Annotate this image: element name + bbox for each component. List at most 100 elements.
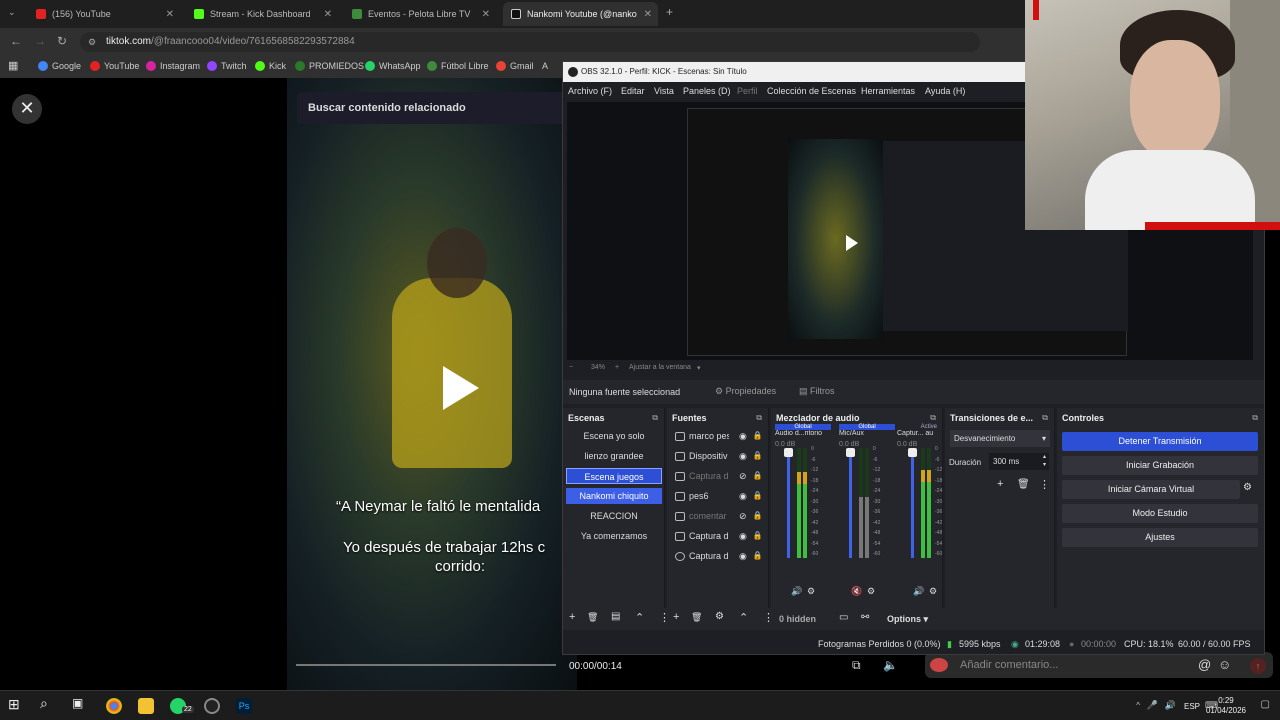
menu-perfil[interactable]: Perfil <box>737 86 758 96</box>
video-player[interactable] <box>287 78 577 690</box>
filters-button[interactable]: ▤ Filtros <box>793 384 841 400</box>
chrome-icon[interactable] <box>106 698 122 714</box>
mini-player-icon[interactable]: ⧉ <box>852 658 861 673</box>
close-tab-icon[interactable]: ✕ <box>482 9 490 20</box>
filter-icon[interactable]: ▤ <box>611 611 620 622</box>
bookmark-google[interactable]: Google <box>38 61 81 71</box>
add-transition-icon[interactable]: + <box>997 478 1003 490</box>
notifications-icon[interactable]: ▢ <box>1261 699 1270 710</box>
back-icon[interactable]: ← <box>10 34 22 48</box>
task-view-icon[interactable]: ▣ <box>72 696 88 712</box>
volume-icon[interactable]: 🔈 <box>883 658 898 672</box>
close-tab-icon[interactable]: ✕ <box>166 9 174 20</box>
more-icon[interactable]: ⋮ <box>1039 478 1050 491</box>
address-bar[interactable]: ⚙ tiktok.com/@fraancooo04/video/76165685… <box>80 32 980 52</box>
source-item[interactable]: Captura d ◉ 🔒 <box>675 548 765 564</box>
eye-hidden-icon[interactable]: ⊘ <box>739 508 747 524</box>
options-button[interactable]: Options ▾ <box>887 614 928 625</box>
clock[interactable]: 0:29 01/04/2026 <box>1206 696 1246 716</box>
gear-icon[interactable]: ⚙ <box>807 586 815 597</box>
menu-paneles[interactable]: Paneles (D) <box>683 86 731 96</box>
tab-search-icon[interactable]: ⌄ <box>8 7 16 18</box>
lock-icon[interactable]: 🔒 <box>753 528 763 544</box>
source-item[interactable]: marco pes ◉ 🔒 <box>675 428 765 444</box>
duration-input[interactable]: 300 ms ▴ ▾ <box>989 453 1049 470</box>
source-item[interactable]: Captura d ◉ 🔒 <box>675 528 765 544</box>
scene-item-selected[interactable]: Escena juegos <box>566 468 662 484</box>
tab-tiktok[interactable]: Nankomi Youtube (@nankomi ✕ <box>503 2 658 26</box>
photoshop-icon[interactable]: Ps <box>236 698 252 714</box>
volume-slider-knob[interactable] <box>908 448 917 457</box>
menu-editar[interactable]: Editar <box>621 86 645 96</box>
language-indicator[interactable]: ESP <box>1184 702 1200 711</box>
dock-float-icon[interactable]: ⧉ <box>930 413 936 423</box>
add-scene-icon[interactable]: + <box>569 611 575 623</box>
settings-button[interactable]: Ajustes <box>1062 528 1258 547</box>
scene-item-hover[interactable]: Nankomi chiquito <box>566 488 662 504</box>
source-item[interactable]: Dispositiv ◉ 🔒 <box>675 448 765 464</box>
lock-icon[interactable]: 🔒 <box>753 428 763 444</box>
tray-chevron-icon[interactable]: ^ <box>1136 701 1140 710</box>
eye-hidden-icon[interactable]: ⊘ <box>739 468 747 484</box>
volume-slider[interactable] <box>784 448 793 558</box>
transition-select[interactable]: Desvanecimiento ▾ <box>950 430 1050 447</box>
more-icon[interactable]: ⋮ <box>763 611 774 624</box>
speaker-icon[interactable]: 🔊 <box>1165 700 1176 711</box>
windows-start-icon[interactable]: ⊞ <box>8 696 24 712</box>
volume-slider[interactable] <box>846 448 855 558</box>
trash-icon[interactable]: 🗑 <box>1017 479 1030 490</box>
bookmark-kick[interactable]: Kick <box>255 61 286 71</box>
lock-icon[interactable]: 🔒 <box>753 448 763 464</box>
bookmark-futbol-libre[interactable]: Fútbol Libre <box>427 61 489 71</box>
volume-slider[interactable] <box>908 448 917 558</box>
source-item[interactable]: comentar ⊘ 🔒 <box>675 508 765 524</box>
forward-icon[interactable]: → <box>34 34 46 48</box>
gear-icon[interactable]: ⚙ <box>867 586 875 597</box>
bookmark-youtube[interactable]: YouTube <box>90 61 139 71</box>
close-tab-icon[interactable]: ✕ <box>644 9 652 20</box>
apps-grid-icon[interactable]: ▦ <box>8 59 18 72</box>
video-progress-bar[interactable] <box>296 664 556 666</box>
volume-slider-knob[interactable] <box>846 448 855 457</box>
play-icon[interactable] <box>443 366 479 410</box>
site-info-icon[interactable]: ⚙ <box>88 32 96 52</box>
eye-icon[interactable]: ◉ <box>739 428 747 444</box>
source-item[interactable]: pes6 ◉ 🔒 <box>675 488 765 504</box>
tab-kick-dashboard[interactable]: Stream - Kick Dashboard ✕ <box>186 4 338 24</box>
comment-input[interactable]: Añadir comentario... <box>960 659 1058 671</box>
properties-button[interactable]: ⚙ Propiedades <box>709 384 782 400</box>
menu-ayuda[interactable]: Ayuda (H) <box>925 86 965 96</box>
stop-streaming-button[interactable]: Detener Transmisión <box>1062 432 1258 451</box>
reload-icon[interactable]: ↻ <box>57 34 67 48</box>
start-recording-button[interactable]: Iniciar Grabación <box>1062 456 1258 475</box>
dock-float-icon[interactable]: ⧉ <box>652 413 658 423</box>
gear-icon[interactable]: ⚙ <box>715 611 724 622</box>
start-virtual-camera-button[interactable]: Iniciar Cámara Virtual <box>1062 480 1240 499</box>
link-icon[interactable]: ⚯ <box>861 612 869 623</box>
move-up-icon[interactable]: ⌃ <box>635 611 644 624</box>
hidden-count[interactable]: 0 hidden <box>779 614 816 624</box>
bookmark-instagram[interactable]: Instagram <box>146 61 200 71</box>
menu-vista[interactable]: Vista <box>654 86 674 96</box>
trash-icon[interactable]: 🗑 <box>691 612 702 623</box>
eye-icon[interactable]: ◉ <box>739 448 747 464</box>
bookmark-whatsapp[interactable]: WhatsApp <box>365 61 421 71</box>
gear-icon[interactable]: ⚙ <box>929 586 937 597</box>
send-comment-icon[interactable]: ↑ <box>1250 658 1266 674</box>
bookmark-promiedos[interactable]: PROMIEDOS <box>295 61 364 71</box>
spin-icon[interactable]: ▴ ▾ <box>1043 453 1046 469</box>
search-icon[interactable]: ⌕ <box>40 695 56 711</box>
studio-mode-button[interactable]: Modo Estudio <box>1062 504 1258 523</box>
volume-icon[interactable]: 🔊 <box>791 586 802 597</box>
volume-slider-knob[interactable] <box>784 448 793 457</box>
layout-icon[interactable]: ▭ <box>839 612 848 623</box>
fit-window[interactable]: Ajustar a la ventana <box>629 364 691 371</box>
file-explorer-icon[interactable] <box>138 698 154 714</box>
more-icon[interactable]: ⋮ <box>659 611 670 624</box>
mic-icon[interactable]: 🎤 <box>1147 700 1158 711</box>
chevron-down-icon[interactable]: ▾ <box>697 364 701 372</box>
tab-youtube[interactable]: (156) YouTube ✕ <box>28 4 180 24</box>
close-tab-icon[interactable]: ✕ <box>324 9 332 20</box>
bookmark-a[interactable]: A <box>542 61 548 71</box>
eye-icon[interactable]: ◉ <box>739 488 747 504</box>
